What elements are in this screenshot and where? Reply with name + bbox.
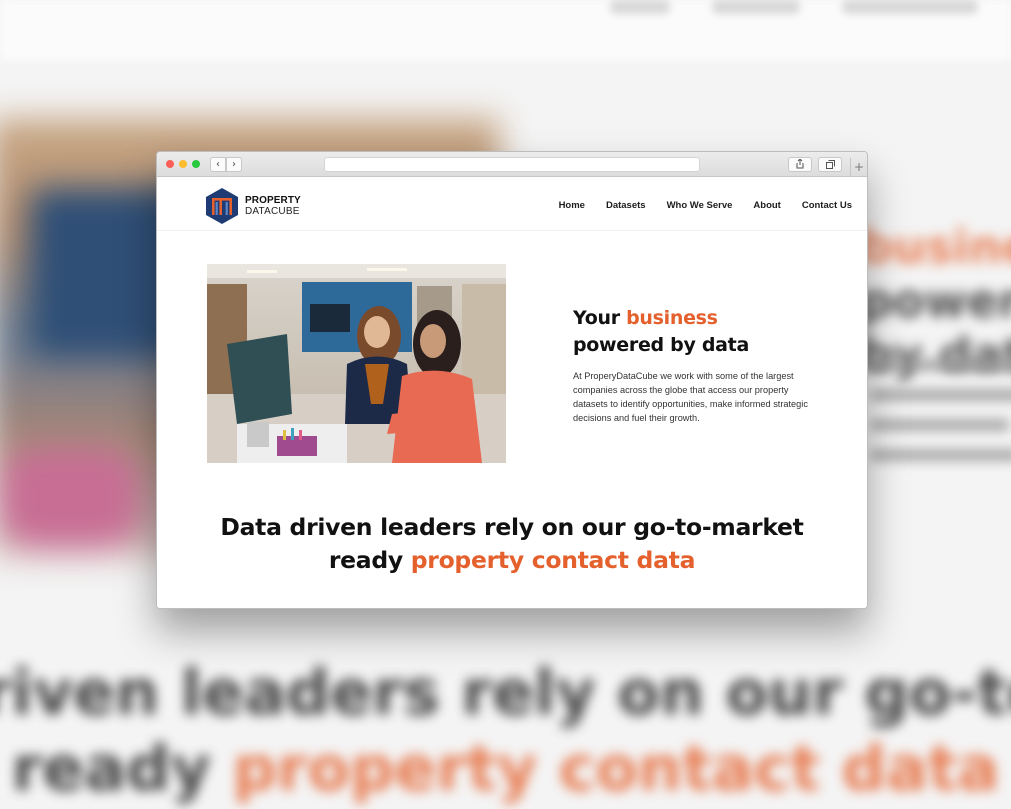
- show-tabs-button[interactable]: [818, 157, 842, 172]
- nav-datasets[interactable]: Datasets: [606, 200, 646, 211]
- hero-heading-prefix: Your: [573, 307, 627, 329]
- address-bar[interactable]: [324, 157, 700, 172]
- logo-line-1: PROPERTY: [245, 195, 301, 206]
- background-paragraph: [870, 360, 1011, 480]
- logo-text: PROPERTY DATACUBE: [245, 195, 301, 217]
- minimize-window-button[interactable]: [179, 160, 187, 168]
- tagline-line1: Data driven leaders rely on our go-to-ma…: [220, 513, 804, 541]
- nav-who-we-serve[interactable]: Who We Serve: [667, 200, 733, 211]
- new-tab-button[interactable]: +: [850, 158, 867, 176]
- hero-heading-highlight: business: [626, 307, 718, 329]
- nav-contact-us[interactable]: Contact Us: [802, 200, 852, 211]
- forward-button[interactable]: ›: [226, 157, 242, 172]
- hero-heading-line2: powered by data: [573, 334, 749, 356]
- nav-home[interactable]: Home: [559, 200, 585, 211]
- share-icon: [796, 158, 804, 169]
- main-nav: Home Datasets Who We Serve About Contact…: [559, 200, 852, 211]
- background-heading: business powered by data: [860, 220, 1011, 382]
- background-tagline: Data driven leaders rely on our go-to-ma…: [0, 656, 1011, 805]
- tagline-line2-prefix: ready: [328, 546, 411, 574]
- hero-photo: [207, 264, 506, 463]
- hero-description: At ProperyDataCube we work with some of …: [573, 371, 808, 423]
- site-header: PROPERTY DATACUBE Home Datasets Who We S…: [157, 177, 867, 231]
- site-logo[interactable]: PROPERTY DATACUBE: [203, 187, 301, 225]
- website: PROPERTY DATACUBE Home Datasets Who We S…: [157, 177, 867, 608]
- chevron-left-icon: ‹: [216, 159, 220, 170]
- maximize-window-button[interactable]: [192, 160, 200, 168]
- tagline-heading: Data driven leaders rely on our go-to-ma…: [157, 511, 867, 577]
- logo-line-2: DATACUBE: [245, 206, 300, 217]
- close-window-button[interactable]: [166, 160, 174, 168]
- background-topbar: [0, 0, 1011, 60]
- plus-icon: +: [853, 160, 865, 174]
- share-button[interactable]: [788, 157, 812, 172]
- nav-about[interactable]: About: [753, 200, 780, 211]
- browser-toolbar: ‹ › +: [157, 152, 867, 177]
- back-button[interactable]: ‹: [210, 157, 226, 172]
- hero-text: Your business powered by data At Propery…: [573, 305, 833, 425]
- browser-window: ‹ › + PROPERTY DATACUBE Home Datasets Wh…: [156, 151, 868, 609]
- hero-heading: Your business powered by data: [573, 305, 833, 359]
- tagline-highlight: property contact data: [410, 546, 696, 574]
- datacube-logo-icon: [206, 188, 238, 224]
- chevron-right-icon: ›: [232, 159, 236, 170]
- tabs-icon: [825, 160, 835, 169]
